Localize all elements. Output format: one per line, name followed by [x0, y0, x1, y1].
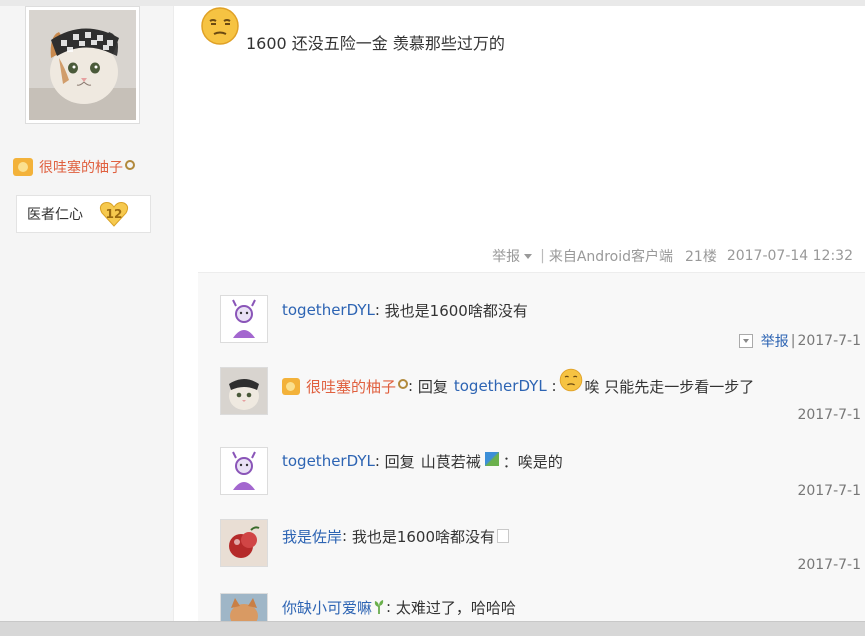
author-sidebar: 很哇塞的柚子 医者仁心 12	[0, 6, 174, 621]
reply-text: 我也是1600啥都没有	[351, 527, 496, 546]
reply-date: 2017-7-1	[797, 407, 861, 423]
level-heart-icon: 12	[99, 201, 129, 227]
chevron-down-icon[interactable]	[524, 253, 533, 259]
vip-crown-icon	[282, 377, 300, 395]
level-number: 12	[105, 207, 123, 221]
reply-to-username[interactable]: 山茛若祴	[421, 451, 481, 472]
reply-text: 太难过了，哈哈哈	[395, 598, 516, 617]
member-level-badge[interactable]: 医者仁心 12	[16, 195, 151, 233]
avatar[interactable]	[220, 593, 268, 622]
reply-date: 2017-7-1	[797, 557, 861, 573]
post-meta: 举报 | 来自Android客户端 21楼 2017-07-14 12:32	[492, 246, 853, 266]
colon-separator: :	[342, 527, 352, 545]
reply-date: 2017-7-1	[797, 483, 861, 499]
client-source[interactable]: 来自Android客户端	[549, 246, 673, 266]
sprout-badge-icon	[374, 600, 384, 614]
cat-avatar-image	[29, 10, 136, 120]
reply-text: 我也是1600啥都没有	[384, 301, 528, 320]
author-name-row: 很哇塞的柚子	[13, 156, 135, 178]
reply-username[interactable]: 很哇塞的柚子	[306, 376, 396, 397]
reply-word: 回复	[384, 452, 415, 471]
avatar[interactable]	[220, 295, 268, 343]
author-avatar[interactable]	[25, 6, 140, 124]
colon-separator: :	[386, 598, 396, 616]
reply-list: togetherDYL : 我也是1600啥都没有 举报 | 2017-7-1 …	[198, 272, 865, 622]
post-content: 1600 还没五险一金 羡慕那些过万的	[246, 34, 505, 53]
reply-username[interactable]: togetherDYL	[282, 301, 375, 319]
author-name-link[interactable]: 很哇塞的柚子	[39, 157, 123, 177]
report-link[interactable]: 举报	[492, 246, 520, 266]
magnifier-badge-icon	[125, 160, 135, 170]
floor-number: 21楼	[685, 249, 717, 265]
vip-crown-icon	[13, 158, 33, 176]
colon-separator: :	[374, 301, 385, 319]
colon-separator: :	[546, 377, 557, 395]
avatar[interactable]	[220, 367, 268, 415]
broken-image-icon	[497, 529, 510, 543]
reply-date: 2017-7-1	[797, 333, 861, 349]
colon-separator: :	[408, 377, 418, 395]
magnifier-badge-icon	[398, 379, 409, 389]
avatar[interactable]	[220, 519, 268, 567]
reply-meta: 举报 | 2017-7-1	[738, 331, 861, 351]
reply-username[interactable]: 我是佐岸	[282, 526, 342, 547]
reply-username[interactable]: 你缺小可爱嘛	[282, 597, 372, 618]
meta-separator: |	[790, 333, 796, 349]
reply-text: ：唉是的	[502, 452, 563, 471]
level-title: 医者仁心	[27, 207, 83, 223]
reply-username[interactable]: togetherDYL	[282, 452, 375, 470]
unhappy-face-emoji-icon	[200, 6, 240, 50]
reply-word: 回复	[417, 377, 448, 396]
unhappy-face-emoji-icon	[559, 368, 583, 396]
reply-text: 唉 只能先走一步看一步了	[584, 377, 755, 396]
reply-to-username[interactable]: togetherDYL	[454, 377, 547, 395]
window-bottom-edge	[0, 621, 865, 636]
avatar[interactable]	[220, 447, 268, 495]
dropdown-toggle-icon[interactable]	[738, 334, 753, 348]
colon-separator: :	[374, 452, 385, 470]
meta-separator: |	[540, 248, 545, 264]
landscape-badge-icon	[484, 452, 499, 466]
report-link[interactable]: 举报	[761, 331, 789, 351]
post-datetime: 2017-07-14 12:32	[726, 248, 853, 264]
